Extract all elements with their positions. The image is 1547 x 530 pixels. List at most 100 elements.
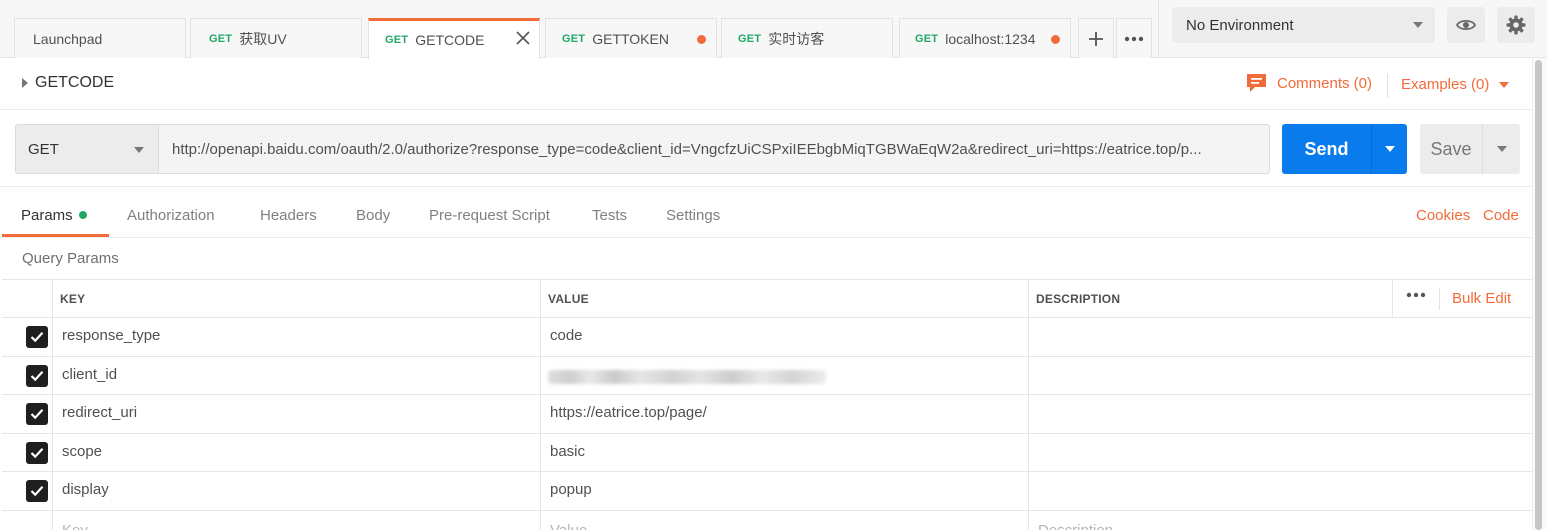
column-divider xyxy=(52,318,53,356)
url-input[interactable]: http://openapi.baidu.com/oauth/2.0/autho… xyxy=(158,124,1270,174)
divider xyxy=(0,109,1532,110)
chevron-right-icon xyxy=(22,78,28,88)
row-checkbox[interactable] xyxy=(26,364,48,387)
request-title[interactable]: GETCODE xyxy=(22,74,114,92)
tab-headers[interactable]: Headers xyxy=(260,207,317,224)
table-row: redirect_uri https://eatrice.top/page/ xyxy=(2,395,1532,434)
column-header-value: VALUE xyxy=(548,292,589,306)
row-checkbox[interactable] xyxy=(26,441,48,464)
examples-dropdown[interactable]: Examples (0) xyxy=(1401,76,1510,93)
param-value[interactable]: https://eatrice.top/page/ xyxy=(550,404,707,421)
table-header: KEY VALUE DESCRIPTION xyxy=(2,279,1532,318)
divider xyxy=(1439,288,1440,310)
new-tab-button[interactable] xyxy=(1078,18,1114,58)
tab-authorization[interactable]: Authorization xyxy=(127,207,215,224)
section-title: Query Params xyxy=(22,250,119,267)
comments-button[interactable]: Comments (0) xyxy=(1246,73,1372,93)
chevron-down-icon xyxy=(1413,22,1423,28)
tab-request[interactable]: GET 实时访客 xyxy=(721,18,893,58)
tab-request-active[interactable]: GET GETCODE xyxy=(368,18,540,59)
checkmark-icon xyxy=(30,486,44,497)
url-text: http://openapi.baidu.com/oauth/2.0/autho… xyxy=(172,140,1202,158)
tab-options-button[interactable] xyxy=(1116,18,1152,58)
checkmark-icon xyxy=(30,447,44,459)
send-button[interactable]: Send xyxy=(1282,124,1371,174)
param-value[interactable]: code xyxy=(550,327,583,344)
cookies-link[interactable]: Cookies xyxy=(1416,207,1470,224)
column-divider xyxy=(540,318,541,356)
unsaved-dot-icon xyxy=(1051,35,1060,44)
tab-method: GET xyxy=(385,34,409,46)
environment-quick-look-button[interactable] xyxy=(1447,7,1485,43)
request-name: GETCODE xyxy=(35,74,115,91)
manage-environments-button[interactable] xyxy=(1497,7,1535,43)
tab-body[interactable]: Body xyxy=(356,207,390,224)
redacted-value[interactable] xyxy=(548,369,826,384)
comment-icon xyxy=(1247,74,1266,92)
scrollbar-thumb[interactable] xyxy=(1535,60,1542,530)
chevron-down-icon xyxy=(1384,146,1395,152)
divider xyxy=(1158,0,1159,58)
tab-label: Launchpad xyxy=(33,30,103,47)
tab-pre-request-script[interactable]: Pre-request Script xyxy=(429,207,550,224)
method-select[interactable]: GET xyxy=(15,124,159,174)
param-key[interactable]: client_id xyxy=(62,366,117,383)
param-value[interactable]: popup xyxy=(550,481,592,498)
tab-request[interactable]: GET localhost:1234 xyxy=(899,18,1071,58)
tab-method: GET xyxy=(738,32,762,45)
column-divider xyxy=(1028,395,1029,433)
tab-tests[interactable]: Tests xyxy=(592,207,627,224)
tab-label: Params xyxy=(21,207,73,224)
more-horizontal-icon[interactable] xyxy=(1406,292,1426,298)
save-button[interactable]: Save xyxy=(1420,124,1482,174)
tab-request[interactable]: GET GETTOKEN xyxy=(545,18,717,58)
tab-method: GET xyxy=(562,32,586,45)
status-dot-icon xyxy=(78,211,87,219)
tab-launchpad[interactable]: Launchpad xyxy=(14,18,186,58)
column-divider xyxy=(540,280,541,317)
close-icon[interactable] xyxy=(515,30,531,46)
column-divider xyxy=(540,510,541,530)
code-link[interactable]: Code xyxy=(1483,207,1519,224)
tab-bar: Launchpad GET 获取UV GET GETCODE GET GETTO… xyxy=(0,0,1547,59)
param-value[interactable]: basic xyxy=(550,443,585,460)
column-divider xyxy=(52,280,53,317)
chevron-down-icon xyxy=(134,147,144,153)
send-options-button[interactable] xyxy=(1371,124,1407,174)
tab-label: localhost:1234 xyxy=(945,30,1036,47)
row-checkbox[interactable] xyxy=(26,403,48,426)
column-divider xyxy=(1028,318,1029,356)
new-description-input[interactable]: Description xyxy=(1038,522,1113,530)
column-divider xyxy=(52,356,53,395)
chevron-down-icon xyxy=(1496,146,1507,152)
unsaved-dot-icon xyxy=(697,35,706,44)
column-header-key: KEY xyxy=(60,292,86,306)
tab-label: 获取UV xyxy=(239,30,287,47)
row-checkbox[interactable] xyxy=(26,326,48,348)
table-row: client_id xyxy=(2,356,1532,396)
new-key-input[interactable]: Key xyxy=(62,522,88,530)
param-key[interactable]: redirect_uri xyxy=(62,404,137,421)
divider xyxy=(1387,74,1388,98)
tab-label: GETTOKEN xyxy=(592,30,669,47)
environment-label: No Environment xyxy=(1186,16,1294,34)
param-key[interactable]: display xyxy=(62,481,109,498)
environment-select[interactable]: No Environment xyxy=(1172,7,1435,43)
tab-label: 实时访客 xyxy=(768,30,825,47)
divider xyxy=(0,237,1532,238)
table-row: display popup xyxy=(2,472,1532,511)
save-options-button[interactable] xyxy=(1482,124,1520,174)
comments-label: Comments (0) xyxy=(1277,74,1373,92)
tab-request[interactable]: GET 获取UV xyxy=(190,18,362,58)
plus-icon xyxy=(1089,31,1103,46)
tab-params[interactable]: Params xyxy=(21,207,87,224)
send-label: Send xyxy=(1304,138,1349,159)
new-value-input[interactable]: Value xyxy=(550,522,587,530)
row-checkbox[interactable] xyxy=(26,480,48,503)
tab-settings[interactable]: Settings xyxy=(666,207,720,224)
column-divider xyxy=(540,356,541,395)
param-key[interactable]: scope xyxy=(62,443,102,460)
param-key[interactable]: response_type xyxy=(62,327,160,344)
eye-icon xyxy=(1456,19,1476,31)
bulk-edit-link[interactable]: Bulk Edit xyxy=(1452,290,1511,307)
